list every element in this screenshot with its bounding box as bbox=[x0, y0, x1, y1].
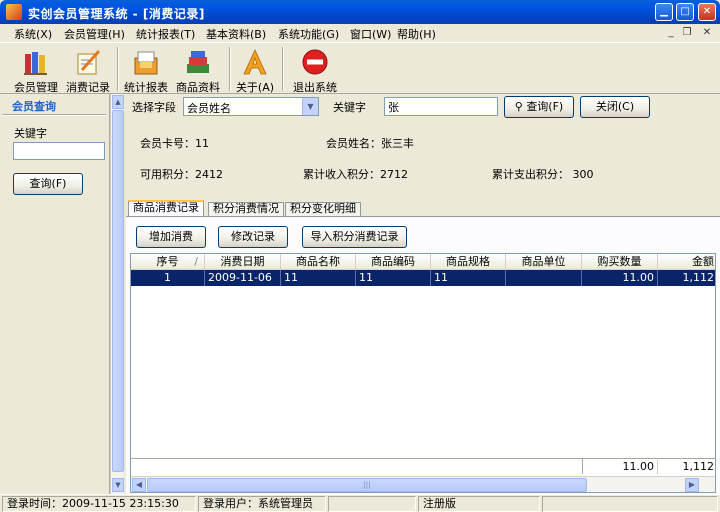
scroll-left-arrow-icon[interactable]: ◀ bbox=[132, 478, 146, 492]
app-icon bbox=[6, 4, 22, 20]
status-login-time: 登录时间：2009-11-15 23:15:30 bbox=[2, 496, 196, 512]
toolbar: 会员管理 消费记录 统计报表 商品资料 关于(A) 退出系统 bbox=[0, 42, 720, 94]
window-title: 实创会员管理系统 - [消费记录] bbox=[28, 7, 205, 21]
status-empty-panel bbox=[328, 496, 416, 512]
cell-product-code: 11 bbox=[356, 270, 431, 286]
books-icon bbox=[24, 52, 47, 75]
toolbar-separator bbox=[282, 47, 284, 91]
toolbar-about-button[interactable]: 关于(A) bbox=[233, 45, 277, 94]
column-header-amount[interactable]: 金额 bbox=[658, 254, 715, 270]
column-header-product-spec[interactable]: 商品规格 bbox=[431, 254, 506, 270]
menu-member-management[interactable]: 会员管理(H) bbox=[64, 26, 125, 42]
menu-system-functions[interactable]: 系统功能(G) bbox=[278, 26, 339, 42]
status-login-user: 登录用户：系统管理员 bbox=[198, 496, 326, 512]
product-stack-icon bbox=[187, 51, 209, 73]
column-header-product-code[interactable]: 商品编码 bbox=[356, 254, 431, 270]
cell-no: 1 bbox=[131, 270, 205, 286]
toolbar-exit-button[interactable]: 退出系统 bbox=[287, 45, 343, 94]
status-registered: 注册版 bbox=[418, 496, 540, 512]
column-header-product-name[interactable]: 商品名称 bbox=[281, 254, 356, 270]
report-box-icon bbox=[134, 51, 158, 75]
search-bar: 选择字段 会员姓名 ▼ 关键字 ⚲ 查询(F) 关闭(C) bbox=[126, 94, 720, 120]
tab-product-consumption[interactable]: 商品消费记录 bbox=[128, 200, 204, 217]
header-divider bbox=[2, 114, 106, 116]
consumption-table: 序号 / 消费日期 商品名称 商品编码 商品规格 商品单位 购买数量 金额 1 … bbox=[130, 253, 716, 493]
horizontal-scroll-thumb[interactable]: ||| bbox=[147, 478, 587, 492]
total-spent-points: 累计支出积分： 300 bbox=[492, 168, 594, 181]
tab-points-consumption[interactable]: 积分消费情况 bbox=[208, 202, 284, 216]
field-select-label: 选择字段 bbox=[132, 101, 176, 114]
search-close-button[interactable]: 关闭(C) bbox=[580, 96, 650, 118]
toolbar-separator bbox=[229, 47, 231, 91]
maximize-button[interactable]: □ bbox=[676, 3, 694, 21]
mdi-minimize-icon[interactable]: _ bbox=[664, 27, 678, 39]
toolbar-consume-records-button[interactable]: 消费记录 bbox=[63, 45, 113, 94]
sort-indicator-icon: / bbox=[194, 255, 198, 268]
toolbar-separator bbox=[117, 47, 119, 91]
status-empty-panel-2 bbox=[542, 496, 718, 512]
available-points: 可用积分：2412 bbox=[140, 168, 223, 181]
cell-date: 2009-11-06 bbox=[205, 270, 281, 286]
column-header-no[interactable]: 序号 / bbox=[131, 254, 205, 270]
member-query-panel: 会员查询 关键字 查询(F) bbox=[0, 94, 110, 494]
cell-product-unit bbox=[506, 270, 582, 286]
exit-stop-icon bbox=[302, 49, 328, 75]
dropdown-arrow-icon[interactable]: ▼ bbox=[302, 98, 318, 115]
menu-basic-data[interactable]: 基本资料(B) bbox=[206, 26, 266, 42]
search-keyword-label: 关键字 bbox=[333, 101, 366, 114]
scroll-right-arrow-icon[interactable]: ▶ bbox=[685, 478, 699, 492]
minimize-button[interactable]: ▁ bbox=[655, 3, 673, 21]
member-query-header: 会员查询 bbox=[12, 100, 56, 113]
menu-window[interactable]: 窗口(W) bbox=[350, 26, 391, 42]
field-select[interactable]: 会员姓名 ▼ bbox=[183, 97, 319, 116]
search-query-button[interactable]: ⚲ 查询(F) bbox=[504, 96, 574, 118]
toolbar-member-management-button[interactable]: 会员管理 bbox=[10, 45, 62, 94]
left-keyword-label: 关键字 bbox=[14, 127, 47, 140]
horizontal-scrollbar[interactable]: ◀ ||| ▶ bbox=[131, 476, 715, 492]
cell-product-spec: 11 bbox=[431, 270, 506, 286]
menu-help[interactable]: 帮助(H) bbox=[397, 26, 436, 42]
search-keyword-input[interactable] bbox=[384, 97, 498, 116]
mdi-close-icon[interactable]: ✕ bbox=[700, 27, 714, 39]
scroll-thumb[interactable] bbox=[112, 110, 124, 472]
mdi-restore-icon[interactable]: ❐ bbox=[680, 27, 694, 39]
record-tabs: 商品消费记录 积分消费情况 积分变化明细 bbox=[126, 200, 720, 217]
cell-product-name: 11 bbox=[281, 270, 356, 286]
left-query-button[interactable]: 查询(F) bbox=[13, 173, 83, 195]
notepad-pencil-icon bbox=[77, 49, 101, 75]
vertical-scrollbar[interactable]: ▲ ▼ bbox=[110, 94, 124, 494]
total-income-points: 累计收入积分：2712 bbox=[303, 168, 408, 181]
member-info-panel: 会员卡号：11 会员姓名：张三丰 可用积分：2412 累计收入积分：2712 累… bbox=[126, 122, 720, 198]
title-bar: 实创会员管理系统 - [消费记录] ▁ □ ✕ bbox=[0, 0, 720, 24]
product-consumption-panel: 增加消费 修改记录 导入积分消费记录 序号 / 消费日期 商品名称 商品编码 商… bbox=[126, 216, 720, 494]
footer-quantity-total: 11.00 bbox=[582, 458, 658, 474]
left-keyword-input[interactable] bbox=[13, 142, 105, 160]
binoculars-icon: ⚲ bbox=[514, 100, 523, 113]
column-header-quantity[interactable]: 购买数量 bbox=[582, 254, 658, 270]
footer-amount-total: 1,112 bbox=[658, 458, 715, 474]
edit-record-button[interactable]: 修改记录 bbox=[218, 226, 288, 248]
scroll-up-arrow-icon[interactable]: ▲ bbox=[112, 95, 124, 109]
toolbar-products-button[interactable]: 商品资料 bbox=[172, 45, 224, 94]
letter-a-icon bbox=[243, 49, 267, 75]
status-bar: 登录时间：2009-11-15 23:15:30 登录用户：系统管理员 注册版 bbox=[0, 494, 720, 512]
cell-quantity: 11.00 bbox=[582, 270, 658, 286]
tab-points-changes[interactable]: 积分变化明细 bbox=[285, 202, 361, 216]
member-card-number: 会员卡号：11 bbox=[140, 137, 209, 150]
cell-amount: 1,112 bbox=[658, 270, 715, 286]
toolbar-reports-button[interactable]: 统计报表 bbox=[121, 45, 171, 94]
column-header-date[interactable]: 消费日期 bbox=[205, 254, 281, 270]
menu-bar: 系统(X) 会员管理(H) 统计报表(T) 基本资料(B) 系统功能(G) 窗口… bbox=[0, 24, 720, 42]
menu-reports[interactable]: 统计报表(T) bbox=[136, 26, 195, 42]
footer-spacer bbox=[131, 458, 582, 474]
scroll-down-arrow-icon[interactable]: ▼ bbox=[112, 478, 124, 492]
member-name: 会员姓名：张三丰 bbox=[326, 137, 414, 150]
menu-system[interactable]: 系统(X) bbox=[14, 26, 52, 42]
close-window-button[interactable]: ✕ bbox=[698, 3, 716, 21]
column-header-product-unit[interactable]: 商品单位 bbox=[506, 254, 582, 270]
add-consumption-button[interactable]: 增加消费 bbox=[136, 226, 206, 248]
import-points-record-button[interactable]: 导入积分消费记录 bbox=[302, 226, 407, 248]
